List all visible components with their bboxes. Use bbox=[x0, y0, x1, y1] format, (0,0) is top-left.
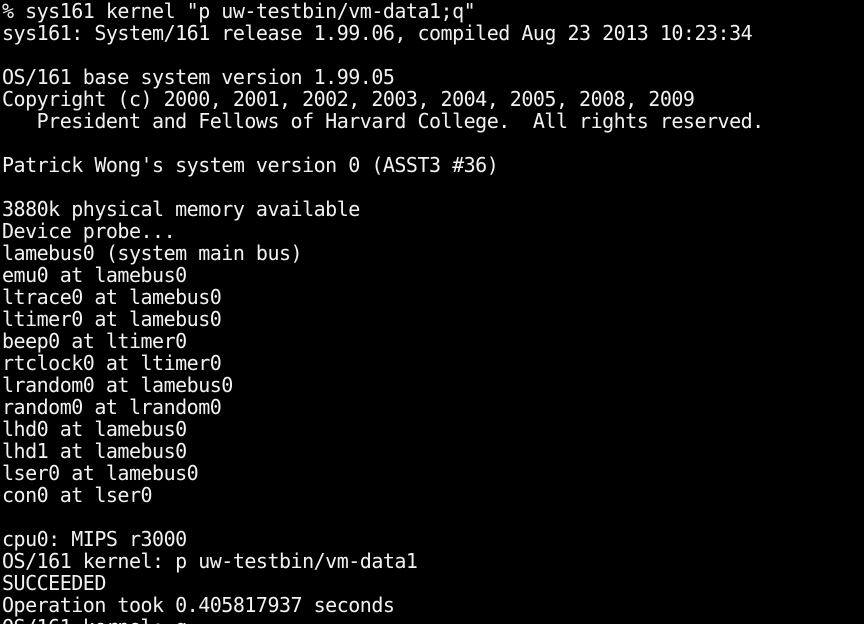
terminal-line: lhd1 at lamebus0 bbox=[2, 439, 187, 463]
terminal-line: Copyright (c) 2000, 2001, 2002, 2003, 20… bbox=[2, 87, 695, 111]
terminal-line: beep0 at ltimer0 bbox=[2, 329, 187, 353]
terminal-line: ltrace0 at lamebus0 bbox=[2, 285, 222, 309]
terminal-line: SUCCEEDED bbox=[2, 571, 106, 595]
terminal-line: % sys161 kernel "p uw-testbin/vm-data1;q… bbox=[2, 0, 476, 23]
terminal-line: President and Fellows of Harvard College… bbox=[2, 109, 765, 133]
terminal-line: ltimer0 at lamebus0 bbox=[2, 307, 222, 331]
terminal-line: 3880k physical memory available bbox=[2, 197, 360, 221]
terminal-line: cpu0: MIPS r3000 bbox=[2, 527, 187, 551]
terminal-line: OS/161 kernel: p uw-testbin/vm-data1 bbox=[2, 549, 418, 573]
terminal-line: OS/161 kernel: q bbox=[2, 616, 764, 624]
terminal-line: lamebus0 (system main bus) bbox=[2, 241, 303, 265]
terminal-output: % sys161 kernel "p uw-testbin/vm-data1;q… bbox=[2, 0, 764, 624]
terminal-line: Operation took 0.405817937 seconds bbox=[2, 593, 395, 617]
terminal-line: emu0 at lamebus0 bbox=[2, 263, 187, 287]
terminal-line: lrandom0 at lamebus0 bbox=[2, 373, 233, 397]
terminal-line: sys161: System/161 release 1.99.06, comp… bbox=[2, 21, 753, 45]
terminal-window[interactable]: % sys161 kernel "p uw-testbin/vm-data1;q… bbox=[0, 0, 864, 624]
terminal-line: con0 at lser0 bbox=[2, 483, 153, 507]
terminal-line: Device probe... bbox=[2, 219, 176, 243]
terminal-line: random0 at lrandom0 bbox=[2, 395, 222, 419]
terminal-line: rtclock0 at ltimer0 bbox=[2, 351, 222, 375]
terminal-line: OS/161 base system version 1.99.05 bbox=[2, 65, 395, 89]
terminal-line: lser0 at lamebus0 bbox=[2, 461, 199, 485]
terminal-line: Patrick Wong's system version 0 (ASST3 #… bbox=[2, 153, 499, 177]
terminal-line: lhd0 at lamebus0 bbox=[2, 417, 187, 441]
